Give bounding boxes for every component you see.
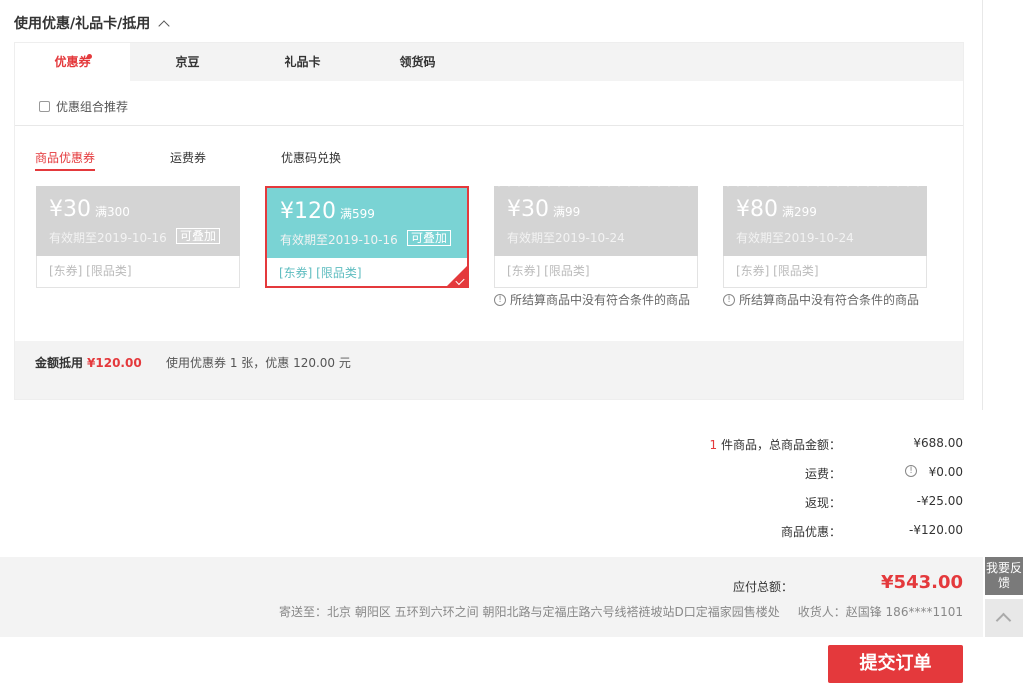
coupon-tags: [东券] [限品类] <box>723 256 927 288</box>
coupon-tags: [东券] [限品类] <box>36 256 240 288</box>
tab-label: 领货码 <box>399 55 436 69</box>
info-icon: ! <box>494 293 506 306</box>
coupon-condition: 满599 <box>340 207 375 221</box>
coupon-expiry: 有效期至2019-10-16 <box>49 231 167 245</box>
section-title[interactable]: 使用优惠/礼品卡/抵用 <box>14 13 170 33</box>
address-text: 寄送至：北京 朝阳区 五环到六环之间 朝阳北路与定福庄路六号线褡裢坡站D口定福家… <box>279 605 780 619</box>
summary-amount: ¥120.00 <box>87 356 142 370</box>
divider <box>15 125 963 126</box>
coupon-amount: ¥80 <box>736 197 778 222</box>
tab-label: 优惠券 <box>54 55 91 69</box>
receiver-text: 收货人：赵国锋 186****1101 <box>797 605 963 619</box>
coupon-card-disabled: ¥80 满299 有效期至2019-10-24 [东券] [限品类] <box>723 183 927 288</box>
subtab-code-redeem[interactable]: 优惠码兑换 <box>281 149 341 166</box>
chevron-up-icon[interactable] <box>158 19 170 32</box>
coupon-expiry: 有效期至2019-10-16 <box>280 233 398 247</box>
discount-row: 商品优惠： -¥120.00 <box>563 523 963 541</box>
coupon-price: ¥30 满99 <box>507 197 580 222</box>
tab-pickup-code[interactable]: 领货码 <box>360 43 475 81</box>
stackable-badge: 可叠加 <box>176 228 221 244</box>
discount-tabs: 优惠券 京豆 礼品卡 领货码 <box>15 43 963 81</box>
discount-panel: 优惠券 京豆 礼品卡 领货码 优惠组合推荐 商品优惠券 运费券 优惠码兑换 ¥3… <box>14 42 964 400</box>
coupon-face: ¥30 满300 有效期至2019-10-16 可叠加 <box>36 186 240 256</box>
coupon-condition: 满300 <box>95 205 130 219</box>
subtab-shipping-coupon[interactable]: 运费券 <box>170 149 206 166</box>
coupon-condition: 满99 <box>553 205 581 219</box>
tab-giftcard[interactable]: 礼品卡 <box>245 43 360 81</box>
coupon-tags: [东券] [限品类] <box>494 256 698 288</box>
coupon-face: ¥30 满99 有效期至2019-10-24 <box>494 183 698 256</box>
coupon-card[interactable]: ¥30 满300 有效期至2019-10-16 可叠加 [东券] [限品类] <box>36 186 240 288</box>
coupon-face: ¥120 满599 有效期至2019-10-16 可叠加 <box>267 188 467 258</box>
notification-dot <box>87 54 92 59</box>
tab-label: 京豆 <box>175 55 200 69</box>
discount-summary: 金额抵用 ¥120.00 使用优惠券 1 张，优惠 120.00 元 <box>15 341 963 399</box>
cashback-row: 返现： -¥25.00 <box>563 494 963 512</box>
coupon-tags: [东券] [限品类] <box>279 266 362 280</box>
info-icon: ! <box>723 293 735 306</box>
coupon-unavailable-note: ! 所结算商品中没有符合条件的商品 <box>494 291 690 308</box>
note-text: 所结算商品中没有符合条件的商品 <box>510 293 691 307</box>
coupon-amount: ¥30 <box>49 197 91 222</box>
total-items-row: 1 件商品，总商品金额： ¥688.00 <box>563 436 963 454</box>
tab-coupon[interactable]: 优惠券 <box>15 43 130 81</box>
note-text: 所结算商品中没有符合条件的商品 <box>739 293 920 307</box>
stackable-badge: 可叠加 <box>407 230 452 246</box>
coupon-card-disabled: ¥30 满99 有效期至2019-10-24 [东券] [限品类] <box>494 183 698 288</box>
coupon-amount: ¥120 <box>280 199 336 224</box>
cashback-label: 返现： <box>804 496 841 510</box>
info-icon[interactable]: ! <box>905 465 917 477</box>
coupon-price: ¥80 满299 <box>736 197 817 222</box>
arrow-up-icon <box>995 612 1012 629</box>
coupon-price: ¥120 满599 <box>280 199 375 224</box>
payable-amount: ¥543.00 <box>881 572 963 593</box>
shipping-value: ¥0.00 <box>928 465 963 479</box>
divider <box>982 0 983 410</box>
coupon-expiry: 有效期至2019-10-24 <box>507 231 625 245</box>
discount-label: 商品优惠： <box>780 525 841 539</box>
feedback-button[interactable]: 我要反馈 <box>985 557 1023 595</box>
combo-label: 优惠组合推荐 <box>56 100 129 114</box>
coupon-card-selected[interactable]: ¥120 满599 有效期至2019-10-16 可叠加 [东券] [限品类] <box>265 186 469 288</box>
coupon-condition: 满299 <box>782 205 817 219</box>
tab-label: 礼品卡 <box>284 55 321 69</box>
summary-desc: 使用优惠券 1 张，优惠 120.00 元 <box>166 356 351 370</box>
payable-bar: 应付总额： ¥543.00 寄送至：北京 朝阳区 五环到六环之间 朝阳北路与定福… <box>0 557 983 637</box>
items-value: ¥688.00 <box>913 436 963 450</box>
summary-label-text: 金额抵用 <box>35 356 84 370</box>
combo-checkbox[interactable] <box>39 101 50 112</box>
items-label-text: 件商品，总商品金额： <box>717 438 841 452</box>
shipping-label: 运费： <box>804 467 841 481</box>
discount-value: -¥120.00 <box>909 523 963 537</box>
zigzag-edge <box>494 183 698 189</box>
payable-label: 应付总额： <box>732 580 793 594</box>
back-to-top-button[interactable] <box>985 599 1023 637</box>
coupon-amount: ¥30 <box>507 197 549 222</box>
zigzag-edge <box>723 183 927 189</box>
cashback-value: -¥25.00 <box>916 494 963 508</box>
subtab-product-coupon[interactable]: 商品优惠券 <box>35 149 96 171</box>
tab-jingdou[interactable]: 京豆 <box>130 43 245 81</box>
shipping-address: 寄送至：北京 朝阳区 五环到六环之间 朝阳北路与定福庄路六号线褡裢坡站D口定福家… <box>279 603 963 620</box>
section-title-text: 使用优惠/礼品卡/抵用 <box>14 16 151 32</box>
shipping-row: 运费： ! ¥0.00 <box>563 465 963 483</box>
submit-order-button[interactable]: 提交订单 <box>828 645 963 683</box>
combo-recommend[interactable]: 优惠组合推荐 <box>39 98 128 115</box>
coupon-face: ¥80 满299 有效期至2019-10-24 <box>723 183 927 256</box>
summary-label: 金额抵用 ¥120.00 <box>35 354 142 371</box>
coupon-price: ¥30 满300 <box>49 197 130 222</box>
items-label: 1 件商品，总商品金额： <box>710 436 841 453</box>
coupon-expiry: 有效期至2019-10-24 <box>736 231 854 245</box>
coupon-unavailable-note: ! 所结算商品中没有符合条件的商品 <box>723 291 919 308</box>
